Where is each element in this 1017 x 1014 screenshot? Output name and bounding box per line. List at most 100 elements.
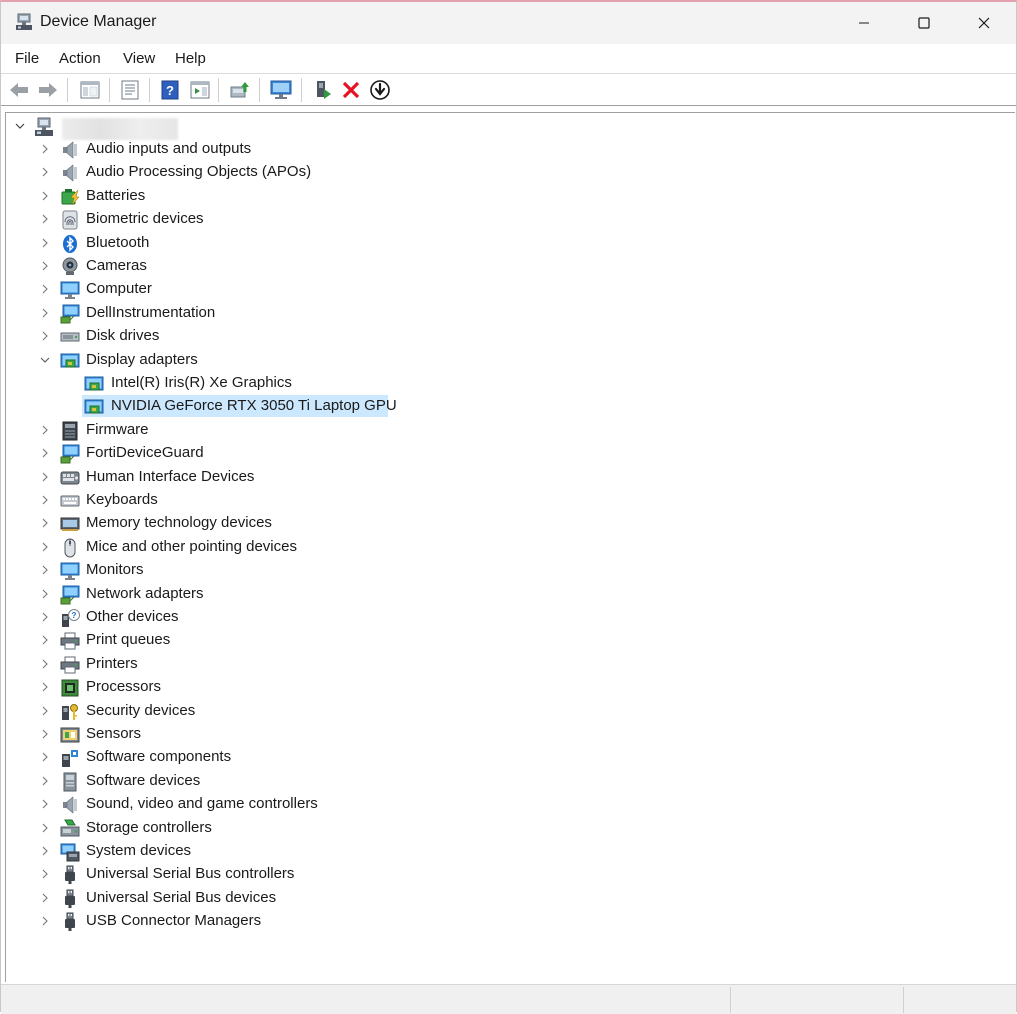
speaker-icon [63,141,77,159]
keyboard-icon [60,495,80,507]
category-label: Storage controllers [86,818,212,836]
category-row-keyboards[interactable]: Keyboards [6,489,1006,511]
update-driver-button[interactable] [228,78,252,102]
uninstall-device-button[interactable] [339,78,363,102]
category-row-audio-inputs-and-outputs[interactable]: Audio inputs and outputs [6,138,1006,160]
chevron-right-icon[interactable] [40,238,50,248]
chevron-right-icon[interactable] [40,659,50,669]
chevron-right-icon[interactable] [40,706,50,716]
category-label: Disk drives [86,327,160,345]
category-row-computer[interactable]: Computer [6,278,1006,300]
category-row-monitors[interactable]: Monitors [6,559,1006,581]
category-row-storage-controllers[interactable]: Storage controllers [6,817,1006,839]
menu-view[interactable]: View [123,50,155,67]
tree-root-row[interactable] [6,115,1006,140]
category-row-universal-serial-bus-devices[interactable]: Universal Serial Bus devices [6,887,1006,909]
category-row-system-devices[interactable]: System devices [6,840,1006,862]
chevron-right-icon[interactable] [40,542,50,552]
category-row-universal-serial-bus-controllers[interactable]: Universal Serial Bus controllers [6,863,1006,885]
chevron-right-icon[interactable] [40,729,50,739]
device-row-intel-r-iris-r-xe-graphics[interactable]: Intel(R) Iris(R) Xe Graphics [6,372,1006,394]
category-row-print-queues[interactable]: Print queues [6,629,1006,651]
device-label: Intel(R) Iris(R) Xe Graphics [111,374,292,391]
category-row-printers[interactable]: Printers [6,653,1006,675]
category-row-mice-and-other-pointing-devices[interactable]: Mice and other pointing devices [6,536,1006,558]
unknown-device-icon: ? [62,609,80,627]
category-row-security-devices[interactable]: Security devices [6,700,1006,722]
category-row-disk-drives[interactable]: Disk drives [6,325,1006,347]
back-button[interactable] [7,78,31,102]
category-row-batteries[interactable]: Batteries [6,185,1006,207]
chevron-right-icon[interactable] [40,776,50,786]
category-row-sound-video-and-game-controllers[interactable]: Sound, video and game controllers [6,793,1006,815]
menu-action[interactable]: Action [59,50,101,67]
chevron-right-icon[interactable] [40,916,50,926]
chevron-right-icon[interactable] [40,612,50,622]
chevron-right-icon[interactable] [40,495,50,505]
computer-root-icon [35,117,53,136]
close-button[interactable] [954,2,1014,44]
category-label: FortiDeviceGuard [86,444,204,462]
chevron-down-icon[interactable] [40,355,50,365]
chevron-right-icon[interactable] [40,518,50,528]
maximize-button[interactable] [894,2,954,44]
chevron-right-icon[interactable] [40,144,50,154]
chevron-right-icon[interactable] [40,565,50,575]
chevron-right-icon[interactable] [40,752,50,762]
chevron-right-icon[interactable] [40,448,50,458]
menu-file[interactable]: File [15,50,39,67]
chevron-right-icon[interactable] [40,799,50,809]
chevron-right-icon[interactable] [40,261,50,271]
title-bar[interactable]: Device Manager [1,2,1016,44]
chevron-right-icon[interactable] [40,331,50,341]
chevron-right-icon[interactable] [40,846,50,856]
show-hide-console-tree-button[interactable] [78,78,102,102]
category-row-biometric-devices[interactable]: Biometric devices [6,208,1006,230]
category-row-other-devices[interactable]: ? Other devices [6,606,1006,628]
chevron-right-icon[interactable] [40,191,50,201]
disable-device-button[interactable] [368,78,392,102]
disk-drive-icon [60,332,80,342]
category-row-cameras[interactable]: Cameras [6,255,1006,277]
chevron-right-icon[interactable] [40,823,50,833]
category-row-firmware[interactable]: Firmware [6,419,1006,441]
chevron-right-icon[interactable] [40,893,50,903]
category-row-software-components[interactable]: Software components [6,746,1006,768]
category-row-fortideviceguard[interactable]: FortiDeviceGuard [6,442,1006,464]
hid-icon [60,471,80,485]
category-row-display-adapters[interactable]: Display adapters [6,349,1006,371]
chevron-right-icon[interactable] [40,635,50,645]
chevron-right-icon[interactable] [40,214,50,224]
chevron-right-icon[interactable] [40,472,50,482]
chevron-down-icon[interactable] [15,121,25,131]
menu-help[interactable]: Help [175,50,206,67]
help-button[interactable]: ? [158,78,182,102]
properties-button[interactable] [118,78,142,102]
chevron-right-icon[interactable] [40,589,50,599]
category-row-dellinstrumentation[interactable]: DellInstrumentation [6,302,1006,324]
chevron-right-icon[interactable] [40,308,50,318]
forward-button[interactable] [36,78,60,102]
category-row-usb-connector-managers[interactable]: USB Connector Managers [6,910,1006,932]
chevron-right-icon[interactable] [40,869,50,879]
category-row-human-interface-devices[interactable]: Human Interface Devices [6,466,1006,488]
category-row-bluetooth[interactable]: Bluetooth [6,232,1006,254]
chevron-right-icon[interactable] [40,425,50,435]
enable-device-button[interactable] [311,78,335,102]
chevron-right-icon[interactable] [40,682,50,692]
device-tree[interactable]: Audio inputs and outputs Audio Processing… [5,112,1015,982]
category-label: Print queues [86,631,171,649]
action-pane-button[interactable] [188,78,212,102]
device-row-nvidia-geforce-rtx-3050-ti-laptop-gpu[interactable]: NVIDIA GeForce RTX 3050 Ti Laptop GPU [6,395,1006,418]
category-row-software-devices[interactable]: Software devices [6,770,1006,792]
category-row-audio-processing-objects-apos[interactable]: Audio Processing Objects (APOs) [6,161,1006,183]
chevron-right-icon[interactable] [40,167,50,177]
category-row-sensors[interactable]: Sensors [6,723,1006,745]
category-row-memory-technology-devices[interactable]: Memory technology devices [6,512,1006,534]
minimize-button[interactable] [834,2,894,44]
category-row-processors[interactable]: Processors [6,676,1006,698]
category-row-network-adapters[interactable]: Network adapters [6,583,1006,605]
scan-hardware-button[interactable] [269,78,293,102]
forward-icon [39,83,57,97]
chevron-right-icon[interactable] [40,284,50,294]
